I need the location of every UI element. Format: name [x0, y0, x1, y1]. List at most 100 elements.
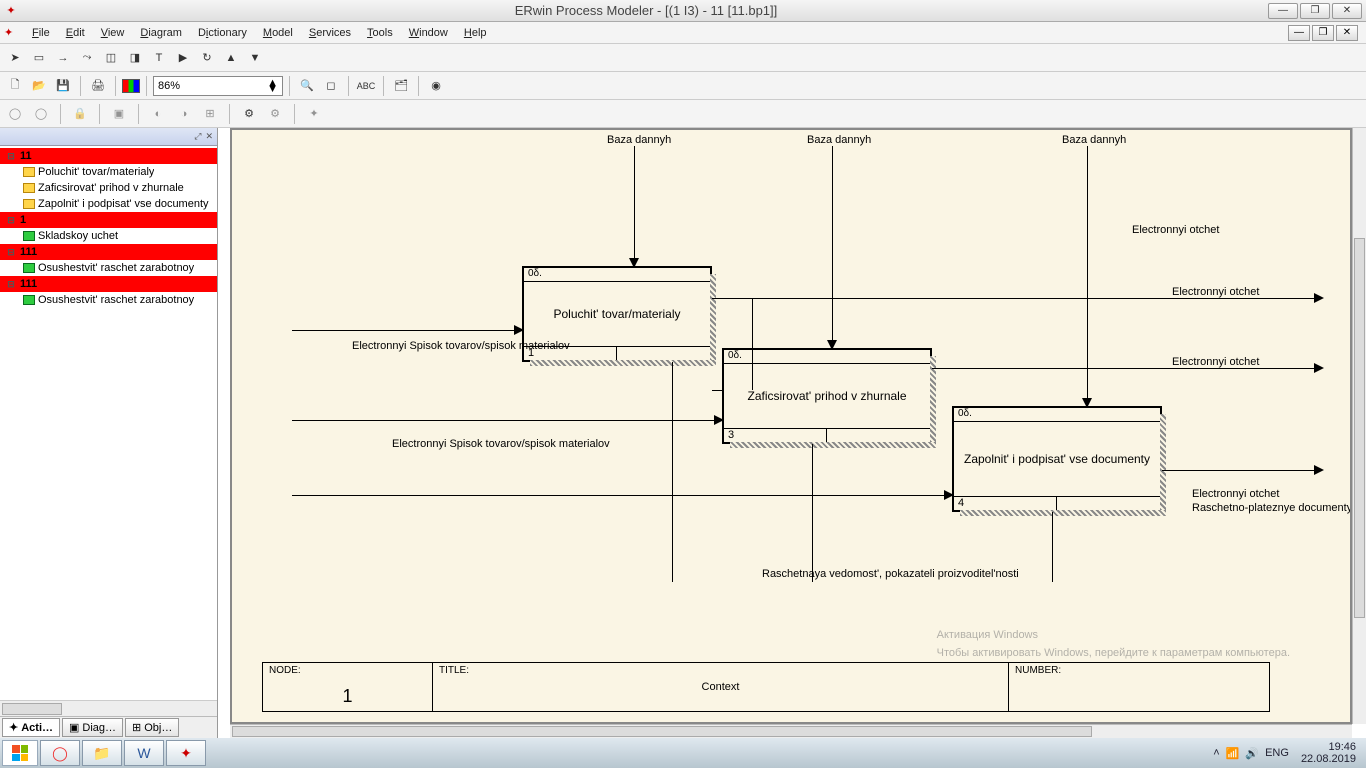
- menu-dictionary[interactable]: Dictionary: [190, 25, 255, 41]
- activity-tree[interactable]: ⊟11 Poluchit' tovar/materialy Zaficsirov…: [0, 146, 217, 700]
- collapse-icon[interactable]: ⊟: [4, 247, 18, 258]
- play-button[interactable]: ▶: [172, 47, 194, 69]
- collapse-icon[interactable]: ⊟: [4, 215, 18, 226]
- tb3-btn-6[interactable]: ◑: [173, 103, 195, 125]
- tab-activities[interactable]: ✦Acti…: [2, 718, 60, 737]
- taskbar-app-word[interactable]: W: [124, 740, 164, 766]
- tree-item[interactable]: Zapolnit' i podpisat' vse documenty: [0, 196, 217, 212]
- taskbar-app-opera[interactable]: ◯: [40, 740, 80, 766]
- mdi-close-button[interactable]: ✕: [1336, 25, 1358, 41]
- tb3-btn-9[interactable]: ⚙: [264, 103, 286, 125]
- tree-group[interactable]: ⊟111: [0, 244, 217, 260]
- mdi-minimize-button[interactable]: —: [1288, 25, 1310, 41]
- tb3-btn-2[interactable]: ◯: [30, 103, 52, 125]
- tree-item[interactable]: Poluchit' tovar/materialy: [0, 164, 217, 180]
- toolbar-model: ◯ ◯ 🔒 ▣ ◐ ◑ ⊞ ⚙ ⚙ ✦: [0, 100, 1366, 128]
- redo-button[interactable]: ↻: [196, 47, 218, 69]
- open-button[interactable]: 📂: [28, 75, 50, 97]
- taskbar-app-explorer[interactable]: 📁: [82, 740, 122, 766]
- input-arrow: [292, 495, 952, 496]
- print-button[interactable]: 🖨: [87, 75, 109, 97]
- misc-button[interactable]: ◉: [425, 75, 447, 97]
- arrowhead-right-icon: [1314, 363, 1324, 373]
- arrow-label: Raschetno-plateznye documenty: [1192, 502, 1352, 514]
- nav-down-button[interactable]: ▼: [244, 47, 266, 69]
- tree-horizontal-scrollbar[interactable]: [0, 700, 217, 716]
- model-explorer-button[interactable]: 🗂: [390, 75, 412, 97]
- menu-window[interactable]: Window: [401, 25, 456, 41]
- zoom-in-button[interactable]: 🔍: [296, 75, 318, 97]
- tb3-btn-5[interactable]: ◐: [147, 103, 169, 125]
- activity-box[interactable]: 0δ. Zaficsirovat' prihod v zhurnale 3: [722, 348, 932, 444]
- save-button[interactable]: 💾: [52, 75, 74, 97]
- tab-diagrams[interactable]: ▣Diag…: [62, 718, 123, 737]
- menu-file[interactable]: File: [24, 25, 58, 41]
- diagram-canvas[interactable]: Baza dannyh Baza dannyh Baza dannyh 0δ. …: [230, 128, 1352, 724]
- menu-diagram[interactable]: Diagram: [132, 25, 190, 41]
- box-strip: 0δ.: [524, 268, 710, 282]
- menu-services[interactable]: Services: [301, 25, 359, 41]
- menu-edit[interactable]: Edit: [58, 25, 93, 41]
- menu-view[interactable]: View: [93, 25, 133, 41]
- tray-chevron-icon[interactable]: ˄: [1213, 747, 1219, 759]
- tree-item[interactable]: Skladskoy uchet: [0, 228, 217, 244]
- start-button[interactable]: [2, 740, 38, 766]
- window-minimize-button[interactable]: —: [1268, 3, 1298, 19]
- menu-tools[interactable]: Tools: [359, 25, 401, 41]
- window-close-button[interactable]: ✕: [1332, 3, 1362, 19]
- tray-language[interactable]: ENG: [1265, 747, 1289, 759]
- tray-clock[interactable]: 19:46 22.08.2019: [1301, 741, 1356, 765]
- box-number: 1: [524, 347, 617, 360]
- text-tool-button[interactable]: T: [148, 47, 170, 69]
- zoom-fit-button[interactable]: ◻: [320, 75, 342, 97]
- panel-close-icon[interactable]: ✕: [205, 131, 213, 142]
- new-button[interactable]: 🗋: [4, 75, 26, 97]
- tb3-btn-4[interactable]: ▣: [108, 103, 130, 125]
- referent-tool-button[interactable]: ◫: [100, 47, 122, 69]
- taskbar-app-erwin[interactable]: ✦: [166, 740, 206, 766]
- tree-item[interactable]: Osushestvit' raschet zarabotnoy: [0, 260, 217, 276]
- menu-help[interactable]: Help: [456, 25, 495, 41]
- tree-group[interactable]: ⊟11: [0, 148, 217, 164]
- tb3-btn-3[interactable]: 🔒: [69, 103, 91, 125]
- canvas-horizontal-scrollbar[interactable]: [230, 724, 1352, 738]
- activity-box[interactable]: 0δ. Zapolnit' i podpisat' vse documenty …: [952, 406, 1162, 512]
- window-maximize-button[interactable]: ❐: [1300, 3, 1330, 19]
- nav-up-button[interactable]: ▲: [220, 47, 242, 69]
- activity-icon: [23, 231, 35, 241]
- arrowhead-right-icon: [944, 490, 954, 500]
- canvas-vertical-scrollbar[interactable]: [1352, 128, 1366, 724]
- tray-network-icon[interactable]: 📶: [1226, 747, 1240, 760]
- tree-item[interactable]: Zaficsirovat' prihod v zhurnale: [0, 180, 217, 196]
- squiggle-tool-button[interactable]: ⤳: [76, 47, 98, 69]
- arrow-label: Electronnyi otchet: [1192, 488, 1279, 500]
- tb3-btn-7[interactable]: ⊞: [199, 103, 221, 125]
- panel-pin-icon[interactable]: ⤢: [194, 131, 201, 142]
- output-arrow: [752, 298, 1322, 299]
- tb3-btn-10[interactable]: ✦: [303, 103, 325, 125]
- object-icon: ⊞: [132, 721, 141, 734]
- system-tray[interactable]: ˄ 📶 🔊 ENG 19:46 22.08.2019: [1213, 741, 1364, 765]
- color-button[interactable]: [122, 79, 140, 93]
- windows-activation-watermark: Активация Windows Чтобы активировать Win…: [937, 626, 1290, 662]
- collapse-icon[interactable]: ⊟: [4, 151, 18, 162]
- activity-tool-button[interactable]: ▭: [28, 47, 50, 69]
- activity-box[interactable]: 0δ. Poluchit' tovar/materialy 1: [522, 266, 712, 362]
- collapse-icon[interactable]: ⊟: [4, 279, 18, 290]
- arrowhead-right-icon: [514, 325, 524, 335]
- footer-node-cell: NODE: 1: [263, 663, 433, 711]
- menu-model[interactable]: Model: [255, 25, 301, 41]
- tb3-btn-1[interactable]: ◯: [4, 103, 26, 125]
- tree-item[interactable]: Osushestvit' raschet zarabotnoy: [0, 292, 217, 308]
- spellcheck-button[interactable]: ABC: [355, 75, 377, 97]
- tab-objects[interactable]: ⊞Obj…: [125, 718, 179, 737]
- tray-sound-icon[interactable]: 🔊: [1245, 747, 1259, 760]
- zoom-combo[interactable]: 86% ▲▼: [153, 76, 283, 96]
- org-tool-button[interactable]: ◨: [124, 47, 146, 69]
- arrow-tool-button[interactable]: →: [52, 47, 74, 69]
- tree-group[interactable]: ⊟1: [0, 212, 217, 228]
- tree-group[interactable]: ⊟111: [0, 276, 217, 292]
- mdi-restore-button[interactable]: ❐: [1312, 25, 1334, 41]
- pointer-tool-button[interactable]: ➤: [4, 47, 26, 69]
- tb3-btn-8[interactable]: ⚙: [238, 103, 260, 125]
